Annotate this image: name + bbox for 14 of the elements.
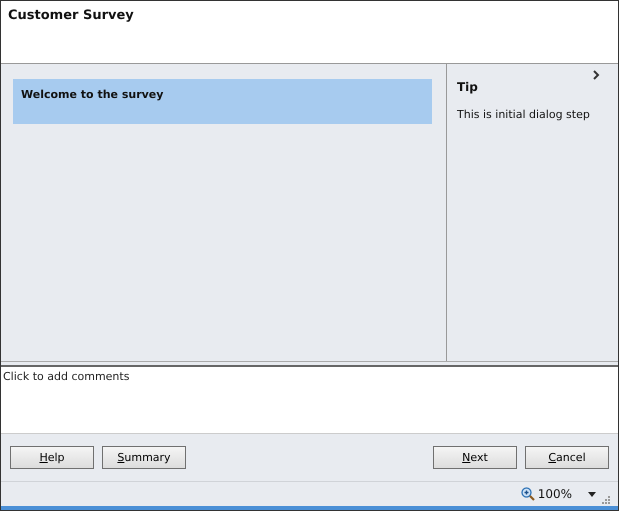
tip-title: Tip	[457, 80, 479, 94]
dropdown-caret-icon[interactable]	[588, 492, 596, 496]
comments-field[interactable]: Click to add comments	[1, 367, 618, 434]
resize-grip-icon[interactable]	[602, 496, 610, 504]
step-heading: Welcome to the survey	[13, 79, 432, 124]
dialog-button[interactable]: Cancel	[525, 446, 609, 469]
dialog-button[interactable]: Next	[433, 446, 517, 469]
zoom-level: 100%	[538, 487, 572, 501]
chevron-icon[interactable]	[592, 70, 600, 80]
window-title: Customer Survey	[8, 8, 135, 23]
tip-text: This is initial dialog step	[457, 108, 591, 121]
dialog-button[interactable]: Help	[10, 446, 94, 469]
dialog-button[interactable]: Summary	[102, 446, 186, 469]
zoom-icon[interactable]	[520, 487, 535, 501]
